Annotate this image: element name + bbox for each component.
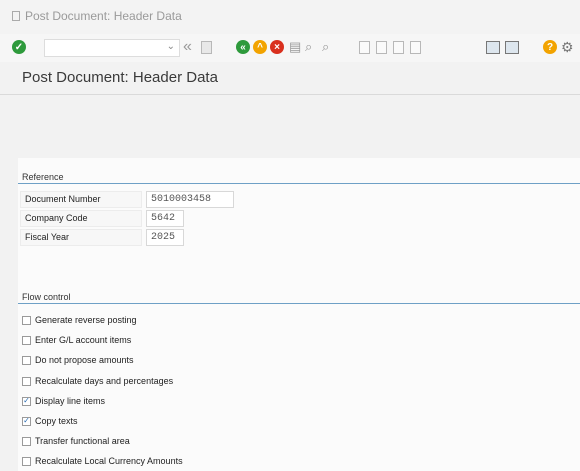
checkbox-recalculate-days-percentages[interactable]: Recalculate days and percentages [22, 374, 173, 388]
flow-control-group-divider [18, 303, 580, 304]
checkbox-label: Enter G/L account items [35, 335, 132, 345]
window-title-text: Post Document: Header Data [25, 9, 182, 23]
checkbox-box[interactable] [22, 315, 31, 325]
checkbox-label: Generate reverse posting [35, 315, 137, 325]
back-icon[interactable]: « [183, 39, 192, 55]
checkbox-copy-texts[interactable]: ✓ Copy texts [22, 414, 78, 428]
checkbox-label: Recalculate days and percentages [35, 376, 174, 386]
checkbox-box[interactable] [22, 355, 31, 365]
window-title: Post Document: Header Data [12, 9, 182, 23]
document-icon [12, 11, 20, 21]
standard-toolbar: ✓ ⌄ « « ^ × ▤ ⌕ ⌕ ? ⚙ [0, 34, 580, 62]
checkbox-recalculate-local-currency-amounts[interactable]: Recalculate Local Currency Amounts [22, 454, 183, 468]
settings-icon[interactable]: ⚙ [561, 39, 574, 55]
help-icon[interactable]: ? [543, 40, 557, 54]
reference-group-title: Reference [22, 172, 64, 182]
save-icon[interactable] [201, 41, 212, 54]
checkbox-label: Recalculate Local Currency Amounts [35, 456, 183, 466]
exit-icon[interactable]: ^ [253, 40, 267, 54]
shortcut-icon[interactable] [505, 41, 519, 54]
fiscal-year-label: Fiscal Year [20, 229, 142, 246]
first-page-icon[interactable] [359, 41, 370, 54]
checkbox-generate-reverse-posting[interactable]: Generate reverse posting [22, 313, 137, 327]
cancel-icon[interactable]: × [270, 40, 284, 54]
checkbox-do-not-propose-amounts[interactable]: Do not propose amounts [22, 353, 134, 367]
title-divider [0, 94, 580, 95]
checkbox-box[interactable]: ✓ [22, 416, 31, 426]
checkbox-box[interactable] [22, 456, 31, 466]
find-next-icon[interactable]: ⌕ [322, 39, 329, 55]
checkbox-box[interactable]: ✓ [22, 396, 31, 406]
checkbox-label: Copy texts [35, 416, 78, 426]
create-session-icon[interactable] [486, 41, 500, 54]
checkbox-transfer-functional-area[interactable]: Transfer functional area [22, 434, 130, 448]
checkbox-label: Display line items [35, 396, 106, 406]
back-green-icon[interactable]: « [236, 40, 250, 54]
last-page-icon[interactable] [410, 41, 421, 54]
checkbox-box[interactable] [22, 436, 31, 446]
window-titlebar: Post Document: Header Data [0, 0, 580, 34]
checkbox-label: Transfer functional area [35, 436, 130, 446]
company-code-field[interactable]: 5642 [146, 210, 184, 227]
command-field[interactable]: ⌄ [44, 39, 180, 58]
document-number-label: Document Number [20, 191, 142, 208]
checkbox-label: Do not propose amounts [35, 355, 134, 365]
find-icon[interactable]: ⌕ [305, 39, 312, 55]
previous-page-icon[interactable] [376, 41, 387, 54]
fiscal-year-field[interactable]: 2025 [146, 229, 184, 246]
company-code-label: Company Code [20, 210, 142, 227]
command-input[interactable] [45, 42, 163, 58]
flow-control-group-title: Flow control [22, 292, 71, 302]
next-page-icon[interactable] [393, 41, 404, 54]
document-number-field[interactable]: 5010003458 [146, 191, 234, 208]
enter-icon[interactable]: ✓ [12, 40, 26, 54]
checkbox-display-line-items[interactable]: ✓ Display line items [22, 394, 105, 408]
checkbox-box[interactable] [22, 376, 31, 386]
chevron-down-icon[interactable]: ⌄ [167, 41, 175, 52]
checkbox-enter-gl-account-items[interactable]: Enter G/L account items [22, 333, 131, 347]
page-title: Post Document: Header Data [22, 69, 218, 86]
checkbox-box[interactable] [22, 335, 31, 345]
reference-group-divider [18, 183, 580, 184]
print-icon[interactable]: ▤ [289, 39, 301, 55]
